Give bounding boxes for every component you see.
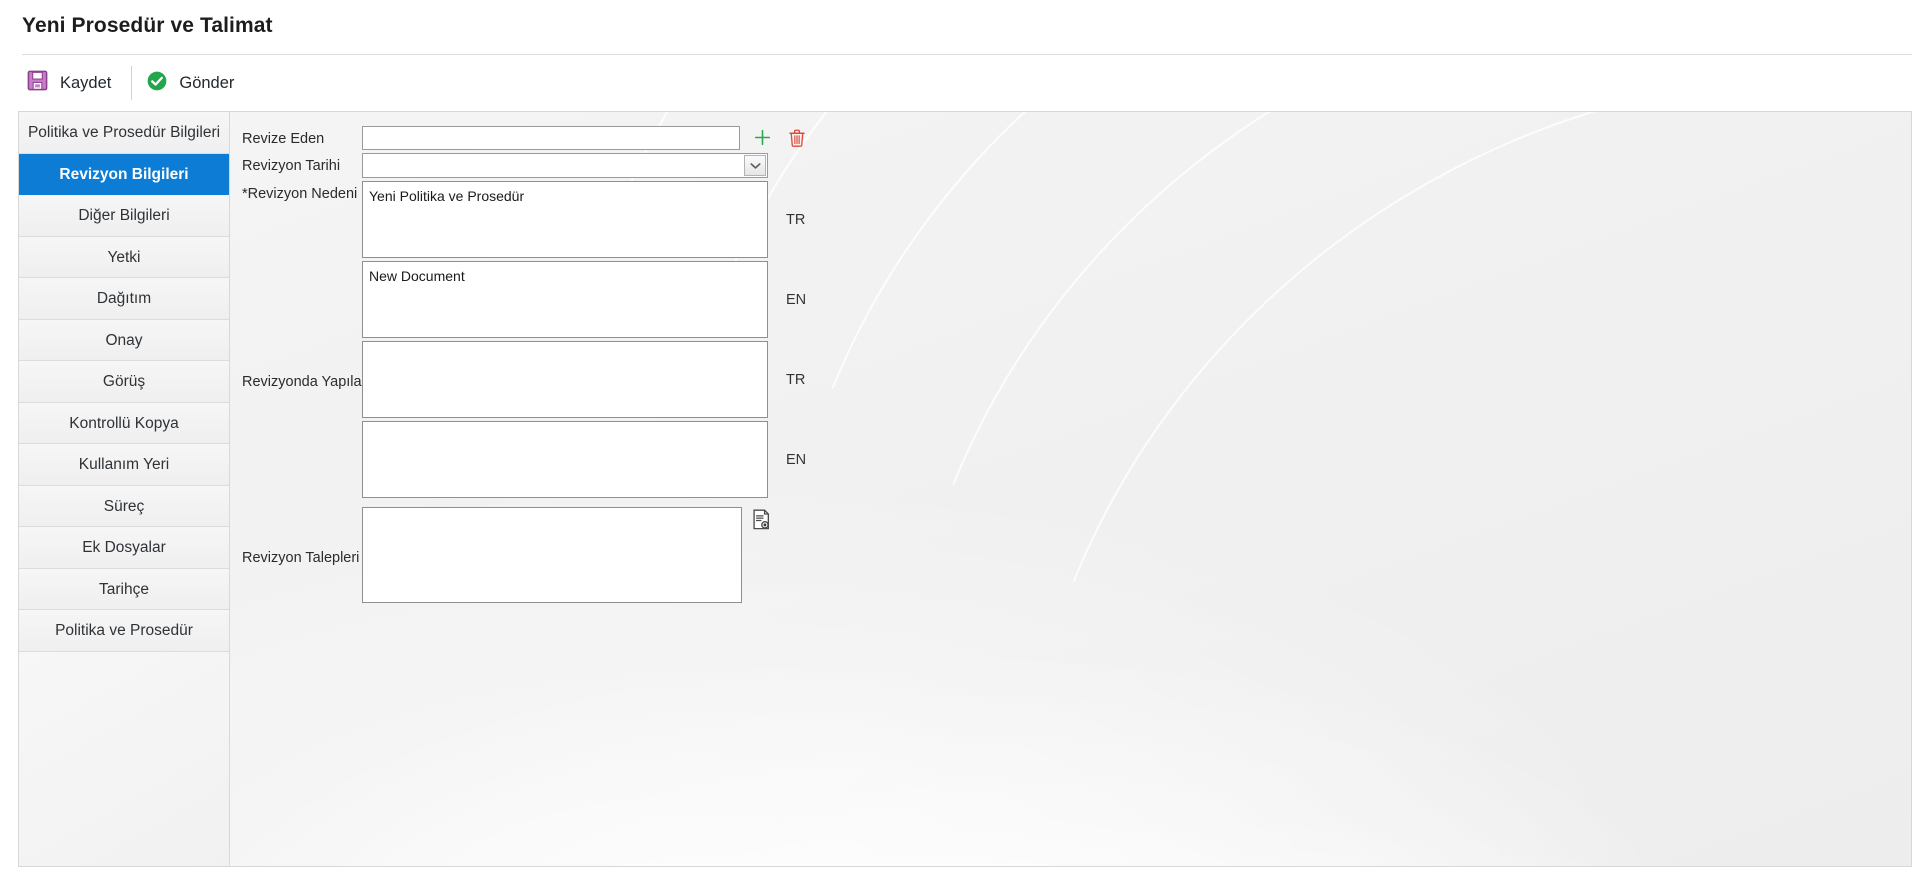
revizyon-tarihi-dropdown-button[interactable] bbox=[744, 155, 766, 176]
sidebar-item-kullanim-yeri[interactable]: Kullanım Yeri bbox=[19, 444, 229, 486]
revizyon-nedeni-en-lang-label: EN bbox=[786, 291, 807, 308]
sidebar-item-onay[interactable]: Onay bbox=[19, 319, 229, 361]
revizyon-tarihi-label: Revizyon Tarihi bbox=[242, 158, 341, 174]
revizyon-tarihi-value[interactable] bbox=[363, 154, 743, 177]
revizyonda-yapilanlar-tr-lang-label: TR bbox=[786, 371, 806, 388]
revizyon-nedeni-tr-textarea[interactable] bbox=[362, 181, 768, 258]
revizyonda-yapilanlar-label: Revizyonda Yapılanlar bbox=[242, 374, 386, 390]
delete-revize-eden-button[interactable] bbox=[789, 126, 805, 150]
field-row-revizyon-talepleri: Revizyon Talepleri bbox=[242, 507, 1911, 603]
sidebar-item-dagitim[interactable]: Dağıtım bbox=[19, 278, 229, 320]
sidebar-item-yetki[interactable]: Yetki bbox=[19, 236, 229, 278]
field-row-revizyon-nedeni-en: EN bbox=[242, 261, 1911, 338]
toolbar-separator bbox=[131, 66, 133, 100]
trash-icon bbox=[789, 129, 805, 150]
revize-eden-input[interactable] bbox=[362, 126, 740, 150]
sidebar-item-gorus[interactable]: Görüş bbox=[19, 361, 229, 403]
field-row-revizyonda-yapilanlar-tr: Revizyonda Yapılanlar TR bbox=[242, 341, 1911, 418]
plus-icon bbox=[754, 129, 771, 149]
field-row-revizyonda-yapilanlar-en: EN bbox=[242, 421, 1911, 498]
revizyon-nedeni-en-textarea[interactable] bbox=[362, 261, 768, 338]
revision-form: Revize Eden Revizyon Tarihi *Revizyon Ne… bbox=[230, 112, 1911, 603]
revize-eden-label: Revize Eden bbox=[242, 131, 325, 147]
revizyonda-yapilanlar-en-lang-label: EN bbox=[786, 451, 807, 468]
check-circle-icon bbox=[146, 70, 168, 97]
sidebar-item-tarihce[interactable]: Tarihçe bbox=[19, 568, 229, 610]
revizyon-talepleri-label: Revizyon Talepleri bbox=[242, 549, 360, 566]
browse-revizyon-talepleri-button[interactable] bbox=[752, 507, 771, 533]
revizyonda-yapilanlar-en-textarea[interactable] bbox=[362, 421, 768, 498]
sidebar-empty-space bbox=[19, 651, 229, 866]
sidebar-item-surec[interactable]: Süreç bbox=[19, 485, 229, 527]
sidebar-item-politika-ve-prosedur-bilgileri[interactable]: Politika ve Prosedür Bilgileri bbox=[19, 112, 229, 154]
revizyonda-yapilanlar-en-spacer bbox=[242, 421, 362, 426]
sidebar-item-politika-ve-prosedur[interactable]: Politika ve Prosedür bbox=[19, 610, 229, 652]
submit-button-label: Gönder bbox=[179, 73, 235, 92]
sidebar-item-ek-dosyalar[interactable]: Ek Dosyalar bbox=[19, 527, 229, 569]
sidebar-item-revizyon-bilgileri[interactable]: Revizyon Bilgileri bbox=[19, 153, 229, 195]
save-button[interactable]: Kaydet bbox=[22, 65, 125, 101]
revizyon-talepleri-textarea[interactable] bbox=[362, 507, 742, 603]
add-revize-eden-button[interactable] bbox=[754, 126, 771, 149]
sidebar-nav: Politika ve Prosedür Bilgileri Revizyon … bbox=[18, 111, 230, 867]
revision-info-panel: Revize Eden Revizyon Tarihi *Revizyon Ne… bbox=[230, 111, 1912, 867]
revizyonda-yapilanlar-tr-textarea[interactable] bbox=[362, 341, 768, 418]
sidebar-item-kontrollu-kopya[interactable]: Kontrollü Kopya bbox=[19, 402, 229, 444]
revizyon-nedeni-en-spacer bbox=[242, 261, 362, 266]
document-search-icon bbox=[752, 509, 771, 533]
field-row-revize-eden: Revize Eden bbox=[242, 126, 1911, 150]
revizyon-nedeni-tr-lang-label: TR bbox=[786, 211, 806, 228]
save-button-label: Kaydet bbox=[60, 73, 112, 92]
save-floppy-icon bbox=[26, 69, 49, 97]
content-area: Politika ve Prosedür Bilgileri Revizyon … bbox=[0, 111, 1920, 867]
field-row-revizyon-nedeni-tr: *Revizyon Nedeni TR bbox=[242, 181, 1911, 258]
revizyon-nedeni-label: *Revizyon Nedeni bbox=[242, 186, 358, 202]
revizyon-tarihi-datepicker[interactable] bbox=[362, 153, 768, 178]
toolbar: Kaydet Gönder bbox=[0, 55, 1920, 111]
submit-button[interactable]: Gönder bbox=[142, 66, 248, 101]
sidebar-item-diger-bilgileri[interactable]: Diğer Bilgileri bbox=[19, 195, 229, 237]
chevron-down-icon bbox=[749, 157, 761, 175]
page-title: Yeni Prosedür ve Talimat bbox=[22, 14, 273, 37]
field-row-revizyon-tarihi: Revizyon Tarihi bbox=[242, 153, 1911, 178]
